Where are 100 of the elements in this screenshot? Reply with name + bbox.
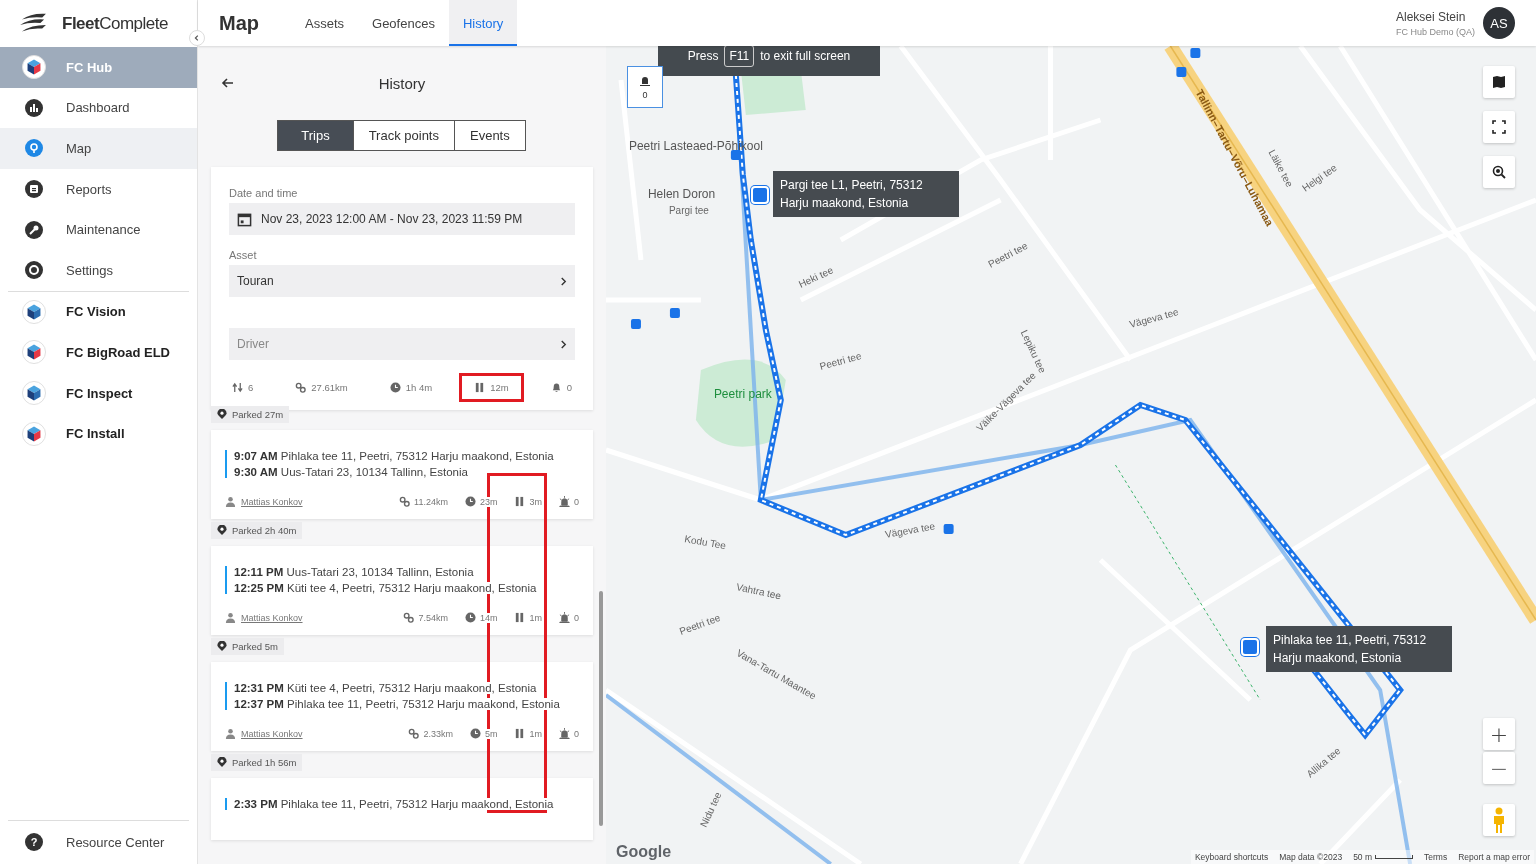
chevron-right-icon	[560, 276, 567, 286]
fullscreen-notice: Press F11 to exit full screen	[658, 46, 880, 76]
map-logo: Google	[616, 843, 672, 861]
calendar-icon	[237, 211, 252, 227]
event-marker[interactable]: 0	[627, 66, 663, 108]
pin-icon	[217, 757, 227, 768]
dashboard-icon	[24, 97, 44, 118]
asset-field[interactable]: Touran	[229, 265, 575, 297]
driver-link[interactable]: Mattias Konkov	[241, 496, 303, 507]
person-icon	[225, 612, 236, 623]
map-footer-link[interactable]: Terms	[1424, 852, 1448, 862]
trip-card[interactable]: 9:07 AM Pihlaka tee 11, Peetri, 75312 Harju maakond, Estonia 9:30 AM Uus-Tatari 23, 10134 Tallinn, Estonia Mattias Konkov 11.24km 23m 3m 0	[211, 430, 593, 519]
stat-value: 6	[248, 381, 254, 393]
sidebar-item[interactable]: Settings	[0, 249, 197, 291]
help-icon: ?	[24, 832, 44, 852]
trip-stop: 12:25 PM Küti tee 4, Peetri, 75312 Harju maakond, Estonia	[234, 582, 537, 594]
siren-icon	[559, 728, 570, 739]
sidebar-item[interactable]: Dashboard	[0, 87, 197, 129]
tab[interactable]: Geofences	[358, 0, 449, 46]
stat-value: 7.54km	[418, 612, 448, 623]
sidebar-item[interactable]: FC BigRoad ELD	[0, 332, 197, 373]
sidebar-item[interactable]: FC Vision	[0, 291, 197, 333]
person-icon	[225, 496, 236, 507]
stat-value: 0	[566, 381, 572, 393]
stat-value: 1h 4m	[405, 381, 433, 393]
clock-icon	[469, 728, 481, 739]
stat-value: 0	[574, 728, 579, 739]
map-footer-link[interactable]: Report a map error	[1458, 852, 1530, 862]
trip-card[interactable]: 12:11 PM Uus-Tatari 23, 10134 Tallinn, Estonia 12:25 PM Küti tee 4, Peetri, 75312 Harju maakond, Estonia Mattias Konkov 7.54km 14m 1m 0	[211, 546, 593, 635]
map-icon	[1492, 75, 1506, 89]
app-icon	[22, 381, 46, 406]
pause-icon	[514, 496, 526, 507]
field-label: Asset	[229, 249, 258, 261]
sidebar-item[interactable]: Maintenance	[0, 209, 197, 250]
sidebar-item[interactable]: FC Inspect	[0, 372, 197, 414]
app-icon	[22, 421, 46, 446]
clock-icon	[389, 381, 401, 393]
location-marker[interactable]	[751, 186, 769, 204]
trip-card[interactable]: 12:31 PM Küti tee 4, Peetri, 75312 Harju maakond, Estonia 12:37 PM Pihlaka tee 11, Peetri, 75312 Harju maakond, Estonia Mattias Konkov 2.33km 5m 1m 0	[211, 662, 593, 751]
app-icon	[22, 55, 46, 80]
stat-value: 2.33km	[423, 728, 453, 739]
pins-icon	[295, 381, 307, 393]
user-avatar[interactable]: AS	[1483, 7, 1515, 39]
tab[interactable]: Assets	[291, 0, 358, 46]
scale-bar: 50 m	[1353, 852, 1414, 862]
page-title: Map	[218, 11, 260, 35]
wrench-icon	[24, 219, 44, 240]
parked-chip: Parked 2h 40m	[211, 522, 303, 539]
location-marker[interactable]	[1241, 638, 1259, 656]
parked-chip: Parked 5m	[211, 638, 284, 655]
stat-value: 3m	[529, 496, 542, 507]
sidebar-item[interactable]: Map	[0, 128, 197, 169]
trip-stop: 9:30 AM Uus-Tatari 23, 10134 Tallinn, Estonia	[234, 466, 468, 478]
segment-tab[interactable]: Track points	[352, 120, 455, 151]
settings-icon	[24, 260, 44, 281]
zoom-in-button[interactable]: +	[1483, 718, 1515, 750]
clock-icon	[464, 496, 476, 507]
map-type-button[interactable]	[1483, 66, 1515, 98]
trip-stop: 9:07 AM Pihlaka tee 11, Peetri, 75312 Harju maakond, Estonia	[234, 450, 554, 462]
address-tooltip: Pihlaka tee 11, Peetri, 75312 Harju maakond, Estonia	[1266, 626, 1452, 672]
parked-chip: Parked 27m	[211, 406, 290, 423]
app-icon	[22, 299, 46, 324]
pins-icon	[403, 612, 415, 623]
field-label: Date and time	[229, 187, 299, 199]
resource-center-item[interactable]: ? Resource Center	[0, 821, 197, 863]
trip-stop: 12:37 PM Pihlaka tee 11, Peetri, 75312 Harju maakond, Estonia	[234, 698, 560, 710]
fullscreen-button[interactable]	[1483, 111, 1515, 143]
sidebar-item[interactable]: FC Install	[0, 413, 197, 454]
segment-tab[interactable]: Trips	[277, 120, 354, 151]
tab[interactable]: History	[448, 0, 518, 46]
date-range-field[interactable]: Nov 23, 2023 12:00 AM - Nov 23, 2023 11:59 PM	[229, 203, 575, 235]
route-icon	[232, 381, 243, 393]
trip-stop: 12:11 PM Uus-Tatari 23, 10134 Tallinn, Estonia	[234, 566, 474, 578]
segment-tab[interactable]: Events	[454, 120, 526, 151]
stat-value: 0	[574, 496, 579, 507]
map-footer-text[interactable]: Keyboard shortcuts	[1194, 852, 1269, 862]
report-icon	[24, 179, 44, 200]
search-button[interactable]	[1483, 156, 1515, 188]
collapse-button[interactable]	[189, 30, 205, 46]
brand-name: FleetComplete	[62, 13, 168, 34]
bell-icon	[550, 381, 562, 393]
chevron-right-icon	[560, 339, 567, 349]
user-name: Aleksei Stein	[1396, 9, 1466, 24]
trip-stop: 12:31 PM Küti tee 4, Peetri, 75312 Harju maakond, Estonia	[234, 682, 537, 694]
driver-link[interactable]: Mattias Konkov	[241, 612, 303, 623]
pause-icon	[474, 381, 486, 393]
chevron-left-icon	[193, 34, 201, 42]
fullscreen-icon	[1492, 120, 1506, 134]
back-icon[interactable]	[221, 76, 235, 90]
pause-icon	[514, 612, 526, 623]
sidebar-item[interactable]: Reports	[0, 168, 197, 210]
pins-icon	[408, 728, 420, 739]
trip-card[interactable]: 2:33 PM Pihlaka tee 11, Peetri, 75312 Harju maakond, Estonia	[211, 778, 593, 840]
siren-icon	[559, 612, 570, 623]
driver-link[interactable]: Mattias Konkov	[241, 728, 303, 739]
zoom-out-button[interactable]: −	[1483, 752, 1515, 784]
map-footer-text[interactable]: Map data ©2023	[1279, 852, 1343, 862]
address-tooltip: Pargi tee L1, Peetri, 75312 Harju maakond, Estonia	[773, 171, 959, 217]
stat-value: 11.24km	[414, 496, 448, 507]
stat-value: 1m	[529, 612, 542, 623]
